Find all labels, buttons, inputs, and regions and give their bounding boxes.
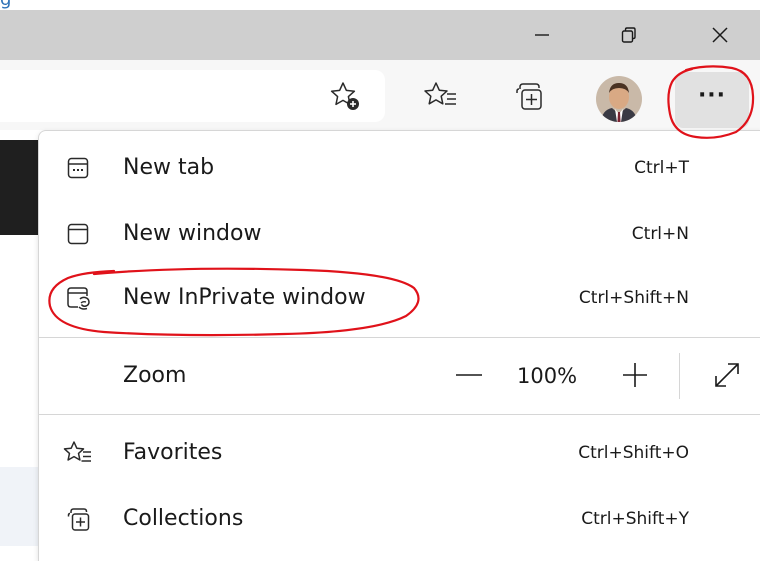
menu-item-label: Collections bbox=[123, 506, 244, 531]
menu-item-new-window[interactable]: New window Ctrl+N bbox=[39, 201, 760, 267]
favorites-icon bbox=[63, 438, 93, 468]
collections-icon bbox=[516, 83, 542, 110]
menu-item-collections[interactable]: Collections Ctrl+Shift+Y bbox=[39, 486, 760, 552]
page-content-light bbox=[0, 467, 38, 546]
new-window-icon bbox=[63, 219, 93, 249]
page-background: g bbox=[0, 0, 760, 10]
collections-button[interactable] bbox=[509, 76, 549, 116]
menu-item-shortcut: Ctrl+T bbox=[634, 158, 689, 178]
menu-item-shortcut: Ctrl+Shift+N bbox=[578, 288, 689, 308]
zoom-separator bbox=[679, 353, 680, 399]
add-favorite-button[interactable] bbox=[326, 76, 366, 116]
avatar-image bbox=[596, 76, 642, 122]
zoom-in-icon bbox=[623, 363, 647, 387]
close-icon bbox=[712, 27, 728, 43]
menu-divider bbox=[39, 337, 760, 338]
settings-menu: New tab Ctrl+T New window Ctrl+N New InP… bbox=[38, 130, 760, 561]
menu-item-label: New window bbox=[123, 221, 262, 246]
menu-item-shortcut: Ctrl+Shift+Y bbox=[581, 509, 689, 529]
new-tab-icon bbox=[63, 153, 93, 183]
minimize-button[interactable] bbox=[517, 10, 567, 60]
fullscreen-icon bbox=[715, 363, 739, 387]
fullscreen-button[interactable] bbox=[707, 355, 747, 395]
add-favorite-icon bbox=[330, 82, 359, 110]
menu-item-label: New InPrivate window bbox=[123, 285, 366, 310]
settings-and-more-button[interactable]: ··· bbox=[675, 72, 749, 128]
menu-item-shortcut: Ctrl+Shift+O bbox=[578, 443, 689, 463]
zoom-in-button[interactable] bbox=[615, 355, 655, 395]
zoom-level: 100% bbox=[517, 364, 578, 388]
menu-item-new-inprivate-window[interactable]: New InPrivate window Ctrl+Shift+N bbox=[39, 265, 760, 331]
close-window-button[interactable] bbox=[695, 10, 745, 60]
zoom-out-button[interactable] bbox=[449, 355, 489, 395]
favorites-icon bbox=[424, 82, 456, 105]
menu-item-zoom: Zoom 100% bbox=[39, 343, 760, 409]
minimize-icon bbox=[535, 34, 549, 36]
collections-icon bbox=[63, 504, 93, 534]
menu-item-new-tab[interactable]: New tab Ctrl+T bbox=[39, 135, 760, 201]
menu-divider bbox=[39, 414, 760, 415]
menu-item-shortcut: Ctrl+N bbox=[631, 224, 689, 244]
restore-icon bbox=[621, 27, 636, 43]
zoom-label: Zoom bbox=[123, 363, 187, 388]
menu-item-favorites[interactable]: Favorites Ctrl+Shift+O bbox=[39, 420, 760, 486]
inprivate-icon bbox=[63, 283, 93, 313]
page-content-dark bbox=[0, 140, 38, 235]
restore-button[interactable] bbox=[604, 10, 654, 60]
zoom-out-icon bbox=[456, 374, 482, 376]
favorites-button[interactable] bbox=[421, 76, 461, 116]
menu-item-label: Favorites bbox=[123, 440, 223, 465]
more-icon: ··· bbox=[697, 82, 727, 108]
profile-avatar[interactable] bbox=[596, 76, 642, 122]
menu-item-label: New tab bbox=[123, 155, 215, 180]
page-header-text: g bbox=[0, 0, 11, 10]
